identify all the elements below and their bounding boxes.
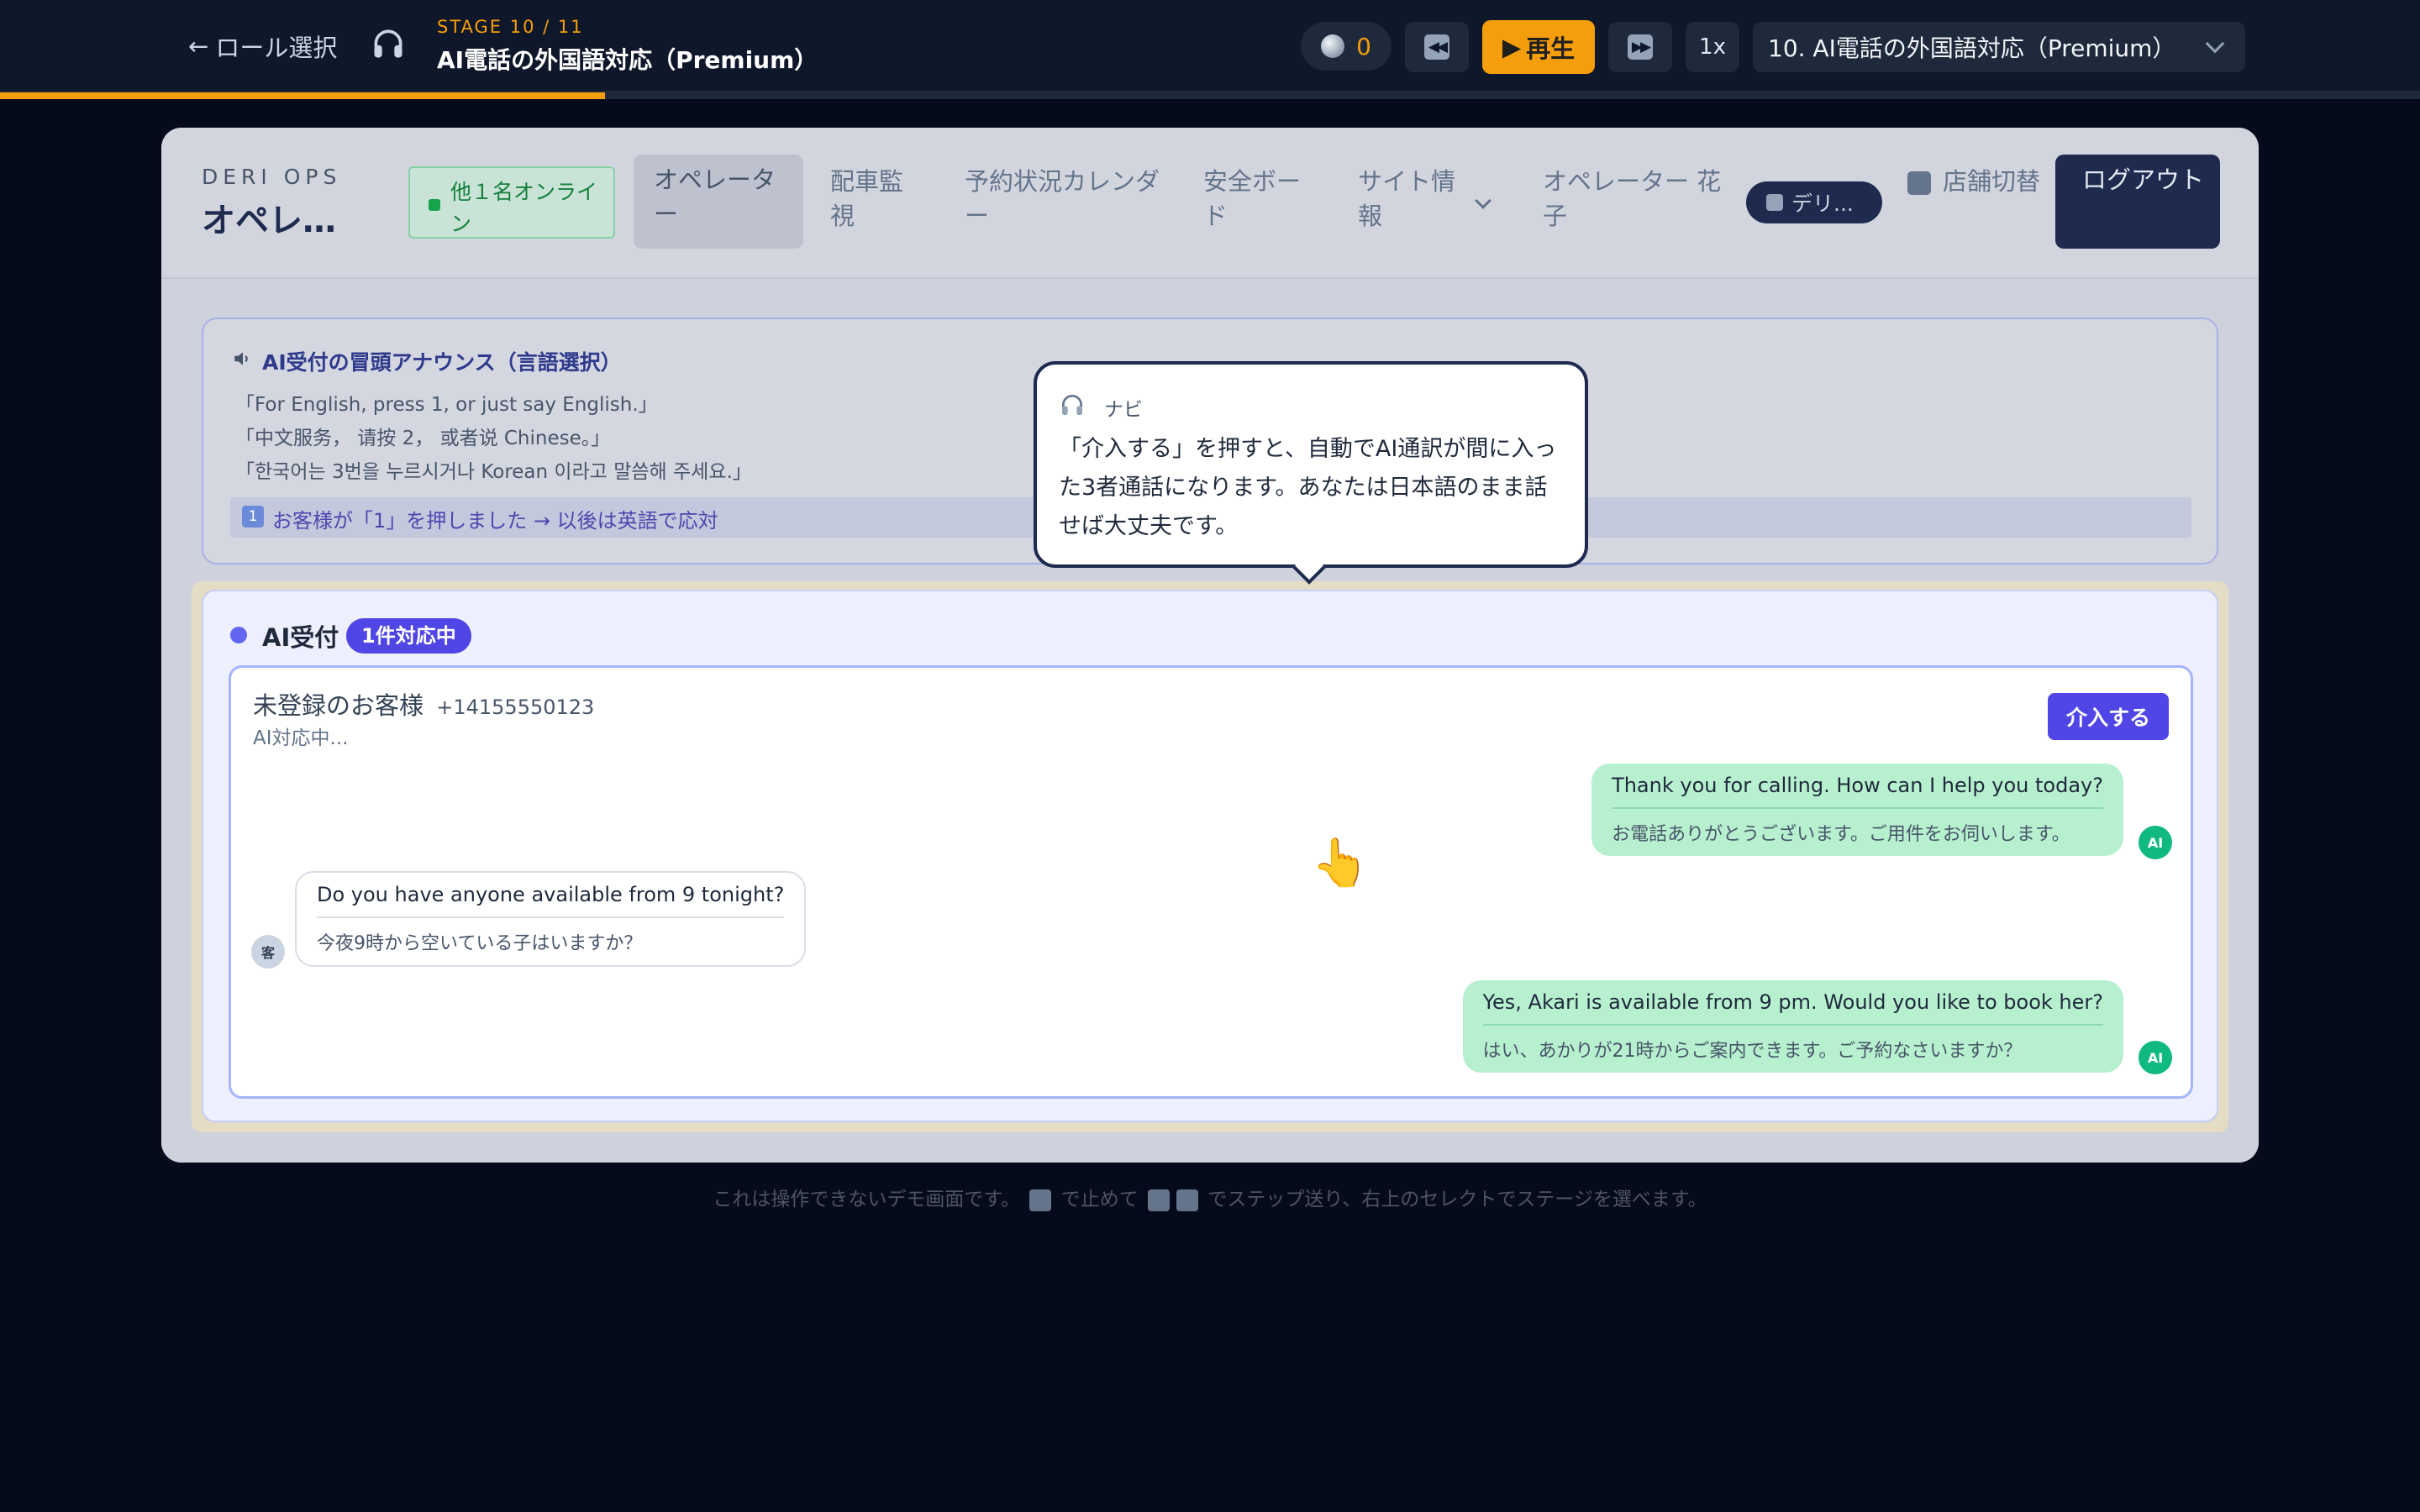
- brand-subtitle: DERI OPS: [202, 165, 342, 189]
- nav-site-info-label: サイト情報: [1358, 167, 1456, 230]
- delivery-mode-pill[interactable]: デリ...: [1746, 181, 1882, 223]
- caller-name: 未登録のお客様: [253, 691, 424, 720]
- console-header: DERI OPS オペレ… 他１名オンライン オペレーター 配車監視 予約状況カ…: [161, 128, 2259, 279]
- rewind-icon: ◀◀: [1424, 34, 1449, 60]
- nav-operator-label: オペレーター: [654, 165, 776, 228]
- stage-title: AI電話の外国語対応（Premium）: [437, 46, 818, 74]
- store-switch-button[interactable]: 店舗切替: [1907, 165, 2042, 199]
- ai-reception-title: AI受付: [262, 623, 339, 652]
- logout-label: ログアウト: [2082, 165, 2205, 194]
- caller-info: 未登録のお客様 +14155550123: [253, 686, 594, 722]
- play-icon: ▶: [1502, 33, 1522, 61]
- chevron-down-icon: [2205, 34, 2225, 54]
- nav-dispatch-label: 配車監視: [830, 167, 904, 230]
- language-selection-text: お客様が「1」を押しました → 以後は英語で応対: [272, 509, 718, 533]
- step-forward-button[interactable]: ▶▶: [1608, 22, 1672, 72]
- stage-progress-bar: [0, 92, 2420, 99]
- pointer-hand-icon: 👆: [1311, 836, 1370, 890]
- speaker-icon: [234, 352, 248, 365]
- arrow-left-icon: ←: [188, 32, 209, 60]
- demo-footer-note: これは操作できないデモ画面です。 で止めて でステップ送り、右上のセレクトでステ…: [0, 1183, 2420, 1211]
- tooltip-label: ナビ: [1104, 399, 1143, 421]
- footer-text-2: で止めて: [1060, 1189, 1139, 1210]
- headphones-icon: [1062, 395, 1082, 415]
- back-to-role-select-link[interactable]: ← ロール選択: [188, 29, 337, 64]
- stage-counter: STAGE 10 / 11: [437, 17, 584, 37]
- rewind-icon: [1148, 1189, 1170, 1211]
- announcement-line-chinese: 「中文服务， 请按 2， 或者说 Chinese。」: [235, 428, 611, 449]
- online-badge-label: 他１名オンライン: [450, 180, 598, 236]
- switch-icon: [1907, 171, 1931, 195]
- chat-message-ai: Yes, Akari is available from 9 pm. Would…: [1462, 980, 2123, 1073]
- stage-select-value: 10. AI電話の外国語対応（Premium）: [1768, 34, 2176, 62]
- stage-progress-fill: [0, 92, 605, 99]
- user-name-label: オペレーター 花子: [1543, 167, 1722, 230]
- caller-number: +14155550123: [436, 696, 595, 719]
- active-call: 未登録のお客様 +14155550123 AI対応中... 介入する Thank…: [229, 665, 2193, 1099]
- message-english: Do you have anyone available from 9 toni…: [317, 883, 785, 906]
- message-english: Thank you for calling. How can I help yo…: [1612, 774, 2103, 797]
- step-back-button[interactable]: ◀◀: [1405, 22, 1469, 72]
- tooltip-text: 「介入する」を押すと、自動でAI通訳が間に入った3者通話になります。あなたは日本…: [1059, 436, 1557, 539]
- announcement-line-english: 「For English, press 1, or just say Engli…: [235, 394, 658, 416]
- ai-avatar: AI: [2139, 1041, 2172, 1074]
- footer-text-1: これは操作できないデモ画面です。: [713, 1189, 1021, 1210]
- message-japanese: 今夜9時から空いている子はいますか？: [317, 916, 785, 955]
- ai-reception-card: AI受付 1件対応中 未登録のお客様 +14155550123 AI対応中...…: [202, 590, 2218, 1122]
- coin-counter: 0: [1301, 22, 1392, 71]
- nav-calendar[interactable]: 予約状況カレンダー: [965, 165, 1166, 234]
- nav-safety-board[interactable]: 安全ボード: [1203, 165, 1313, 234]
- delivery-icon: [1766, 194, 1783, 211]
- speed-label: 1x: [1699, 34, 1726, 60]
- announcement-title: AI受付の冒頭アナウンス（言語選択）: [232, 346, 622, 376]
- ai-avatar: AI: [2139, 826, 2172, 859]
- headphones-icon: [374, 29, 402, 58]
- speed-button[interactable]: 1x: [1686, 22, 1739, 72]
- fast-forward-icon: ▶▶: [1628, 34, 1653, 60]
- footer-text-3: でステップ送り、右上のセレクトでステージを選べます。: [1207, 1189, 1707, 1210]
- fast-forward-icon: [1176, 1189, 1198, 1211]
- announcement-title-text: AI受付の冒頭アナウンス（言語選択）: [262, 350, 622, 375]
- chat-message-customer: Do you have anyone available from 9 toni…: [295, 871, 807, 967]
- user-name: オペレーター 花子: [1543, 165, 1728, 234]
- pause-icon: [1029, 1189, 1052, 1211]
- coin-icon: [1321, 34, 1345, 58]
- nav-calendar-label: 予約状況カレンダー: [965, 167, 1160, 230]
- top-bar: ← ロール選択 STAGE 10 / 11 AI電話の外国語対応（Premium…: [0, 0, 2420, 92]
- back-label: ロール選択: [215, 34, 338, 62]
- nav-dispatch[interactable]: 配車監視: [830, 165, 923, 234]
- delivery-pill-label: デリ...: [1791, 192, 1854, 216]
- call-status: AI対応中...: [253, 727, 349, 749]
- navigator-tooltip: ナビ 「介入する」を押すと、自動でAI通訳が間に入った3者通話になります。あなた…: [1034, 361, 1588, 585]
- play-label: 再生: [1526, 34, 1576, 63]
- online-dot-icon: [429, 199, 440, 211]
- intervene-button[interactable]: 介入する: [2048, 693, 2169, 740]
- message-english: Yes, Akari is available from 9 pm. Would…: [1482, 990, 2103, 1014]
- active-calls-badge: 1件対応中: [346, 618, 471, 654]
- chat-message-ai: Thank you for calling. How can I help yo…: [1591, 764, 2123, 856]
- online-status-badge: 他１名オンライン: [408, 166, 615, 239]
- intervene-label: 介入する: [2065, 706, 2150, 730]
- nav-operator[interactable]: オペレーター: [634, 155, 803, 249]
- message-japanese: お電話ありがとうございます。ご用件をお伺いします。: [1612, 807, 2103, 846]
- coin-value: 0: [1356, 32, 1371, 60]
- play-button[interactable]: ▶ 再生: [1482, 20, 1595, 74]
- chevron-down-icon: [1475, 192, 1491, 209]
- announcement-line-korean: 「한국어는 3번을 누르시거나 Korean 이라고 말씀해 주세요.」: [235, 461, 752, 483]
- logout-button[interactable]: ログアウト: [2055, 155, 2220, 249]
- customer-avatar: 客: [251, 935, 285, 969]
- keycap-one-icon: 1: [242, 506, 264, 528]
- nav-site-info[interactable]: サイト情報: [1358, 165, 1467, 234]
- nav-safety-label: 安全ボード: [1203, 167, 1302, 230]
- stage-select[interactable]: 10. AI電話の外国語対応（Premium）: [1753, 22, 2245, 72]
- status-dot-icon: [230, 627, 247, 643]
- message-japanese: はい、あかりが21時からご案内できます。ご予約なさいますか？: [1482, 1024, 2103, 1063]
- brand-title: オペレ…: [202, 202, 336, 240]
